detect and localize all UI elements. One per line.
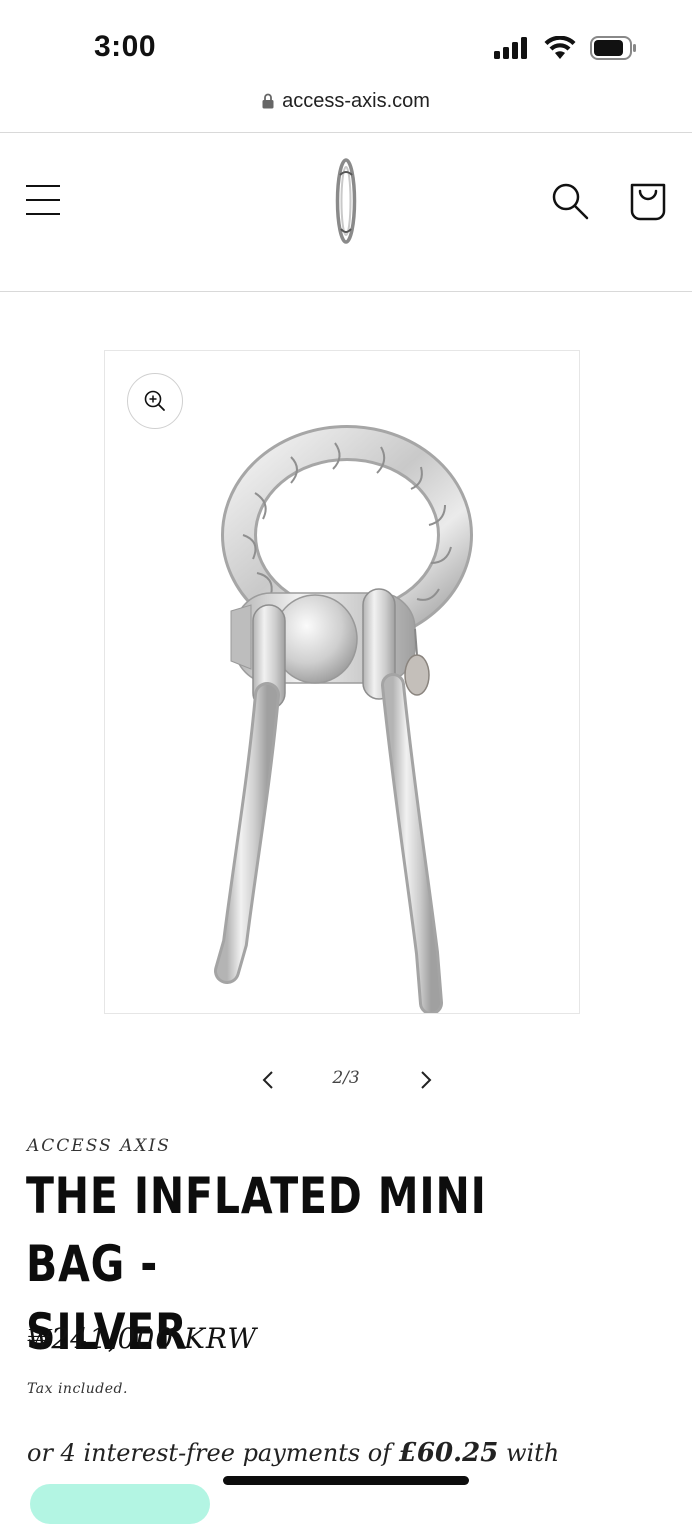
hamburger-menu-icon [26,185,60,187]
zoom-button[interactable] [127,373,183,429]
access-axis-logo[interactable] [330,155,362,247]
zoom-in-icon [144,390,165,411]
chevron-right-icon[interactable] [414,1068,436,1092]
signal-icon [494,37,527,59]
product-vendor: ACCESS AXIS [27,1136,171,1156]
status-bar: 3:00 [0,0,692,92]
payment-provider-button[interactable] [30,1484,210,1524]
url-text: access-axis.com [282,90,430,112]
battery-icon [590,36,636,60]
home-indicator[interactable] [223,1476,469,1485]
product-title-line: THE INFLATED MINI BAG - [26,1167,487,1293]
search-icon[interactable] [550,181,590,221]
wifi-icon [544,36,576,59]
slide-counter: 2/3 [332,1068,360,1088]
product-price: ₩241,000 KRW [27,1322,258,1355]
lock-icon [262,92,274,115]
status-time: 3:00 [94,30,157,63]
installments-suffix: with [505,1439,560,1467]
site-header [0,133,692,291]
tax-note: Tax included. [27,1381,128,1397]
installments-note: or 4 interest-free payments of £60.25 wi… [27,1438,559,1468]
divider [0,291,692,292]
gallery-pager: 2/3 [0,1062,692,1098]
address-bar[interactable]: access-axis.com [0,90,692,115]
status-icons [494,36,636,60]
product-gallery [104,350,580,1014]
installments-amount: £60.25 [398,1438,499,1468]
chevron-left-icon[interactable] [258,1068,280,1092]
menu-button[interactable] [26,185,62,219]
product-image[interactable] [195,423,495,1013]
cart-icon[interactable] [628,179,668,221]
installments-prefix: or 4 interest-free payments of [27,1439,392,1467]
